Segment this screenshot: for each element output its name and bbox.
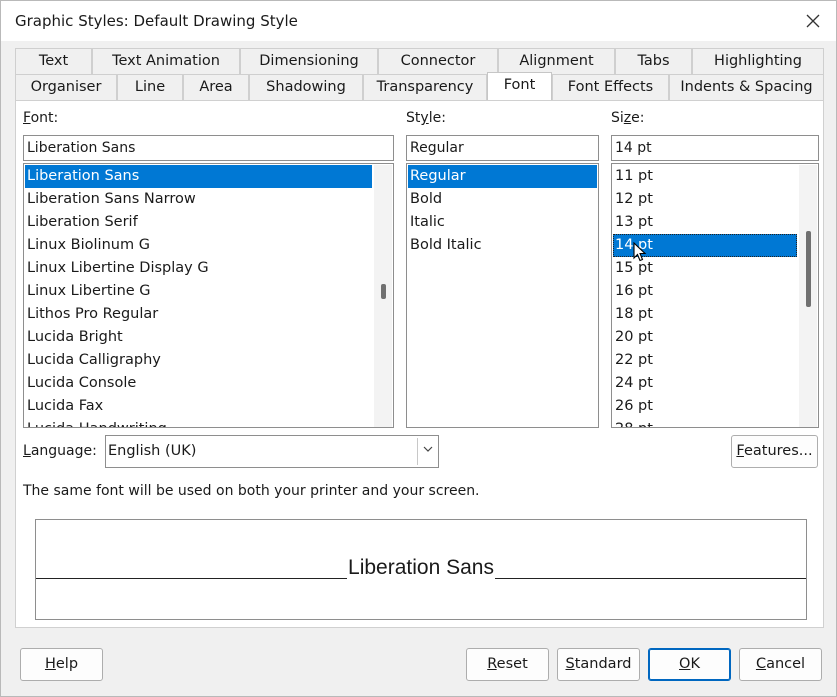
style-list-item[interactable]: Bold Italic <box>408 234 482 257</box>
size-list-item[interactable]: 22 pt <box>613 349 653 372</box>
close-button[interactable] <box>790 1 836 41</box>
dialog-title: Graphic Styles: Default Drawing Style <box>15 12 298 30</box>
size-list-scrollbar[interactable] <box>799 165 817 427</box>
info-text: The same font will be used on both your … <box>23 483 480 499</box>
tab-line[interactable]: Line <box>117 74 183 100</box>
font-list-item[interactable]: Lucida Fax <box>25 395 103 418</box>
tab-text[interactable]: Text <box>15 48 92 74</box>
size-list-item[interactable]: 12 pt <box>613 188 653 211</box>
font-list-item[interactable]: Linux Biolinum G <box>25 234 150 257</box>
tab-text-animation[interactable]: Text Animation <box>92 48 240 74</box>
tab-connector[interactable]: Connector <box>378 48 498 74</box>
font-list-item[interactable]: Lithos Pro Regular <box>25 303 158 326</box>
title-bar: Graphic Styles: Default Drawing Style <box>1 1 836 41</box>
preview-text: Liberation Sans <box>347 556 495 579</box>
tab-alignment[interactable]: Alignment <box>498 48 615 74</box>
language-value: English (UK) <box>108 443 197 459</box>
language-dropdown[interactable]: English (UK) <box>105 435 439 468</box>
size-list-item[interactable]: 24 pt <box>613 372 653 395</box>
tab-area[interactable]: Area <box>183 74 249 100</box>
font-list-item[interactable]: Liberation Sans Narrow <box>25 188 196 211</box>
style-list[interactable]: Regular Bold Italic Bold Italic <box>406 163 599 428</box>
size-list-item[interactable]: 11 pt <box>613 165 653 188</box>
size-list-item[interactable]: 16 pt <box>613 280 653 303</box>
font-list-item[interactable]: Liberation Serif <box>25 211 138 234</box>
tab-highlighting[interactable]: Highlighting <box>692 48 824 74</box>
tab-shadowing[interactable]: Shadowing <box>249 74 363 100</box>
size-list-item[interactable]: 18 pt <box>613 303 653 326</box>
font-preview: Liberation Sans <box>35 519 807 620</box>
tab-indents-spacing[interactable]: Indents & Spacing <box>669 74 824 100</box>
size-list-item[interactable]: 20 pt <box>613 326 653 349</box>
font-list-item[interactable]: Lucida Console <box>25 372 136 395</box>
tab-font[interactable]: Font <box>487 72 552 100</box>
ok-button[interactable]: OK <box>648 648 731 681</box>
style-list-item[interactable]: Bold <box>408 188 442 211</box>
graphic-styles-dialog: Graphic Styles: Default Drawing Style Te… <box>0 0 837 697</box>
size-list-item[interactable]: 13 pt <box>613 211 653 234</box>
font-list-item[interactable]: Lucida Calligraphy <box>25 349 161 372</box>
tab-transparency[interactable]: Transparency <box>363 74 487 100</box>
size-list-item[interactable]: 28 pt <box>613 418 653 427</box>
cancel-button[interactable]: Cancel <box>739 648 822 681</box>
font-list-item[interactable]: Lucida Handwriting <box>25 418 167 427</box>
features-button[interactable]: Features... <box>731 435 818 468</box>
style-label: Style: <box>406 110 446 126</box>
font-list-item[interactable]: Linux Libertine Display G <box>25 257 209 280</box>
reset-button[interactable]: Reset <box>466 648 549 681</box>
tab-font-effects[interactable]: Font Effects <box>552 74 669 100</box>
size-list-scroll-thumb[interactable] <box>806 231 811 307</box>
size-input[interactable]: 14 pt <box>611 135 819 161</box>
style-input[interactable]: Regular <box>406 135 599 161</box>
font-name-input[interactable]: Liberation Sans <box>23 135 394 161</box>
help-button[interactable]: Help <box>20 648 103 681</box>
preview-text-wrapper: Liberation Sans <box>36 556 806 580</box>
size-label: Size: <box>611 110 645 126</box>
mouse-pointer-icon <box>633 242 647 262</box>
style-list-item[interactable]: Italic <box>408 211 445 234</box>
standard-button[interactable]: Standard <box>557 648 640 681</box>
size-list-item[interactable]: 26 pt <box>613 395 653 418</box>
font-list-scrollbar[interactable] <box>374 165 392 427</box>
size-list[interactable]: 11 pt 12 pt 13 pt 14 pt 15 pt 16 pt 18 p… <box>611 163 819 428</box>
font-list-item[interactable]: Linux Libertine G <box>25 280 151 303</box>
font-label: Font: <box>23 110 59 126</box>
style-list-item[interactable]: Regular <box>408 165 597 188</box>
close-icon <box>806 14 820 28</box>
tab-tabs[interactable]: Tabs <box>615 48 692 74</box>
combo-divider <box>417 438 418 465</box>
font-list[interactable]: Liberation Sans Liberation Sans Narrow L… <box>23 163 394 428</box>
font-list-item[interactable]: Lucida Bright <box>25 326 123 349</box>
tab-organiser[interactable]: Organiser <box>15 74 117 100</box>
font-list-item[interactable]: Liberation Sans <box>25 165 372 188</box>
font-list-scroll-thumb[interactable] <box>381 284 386 299</box>
language-label: Language: <box>23 443 97 459</box>
chevron-down-icon[interactable] <box>422 443 434 455</box>
tab-dimensioning[interactable]: Dimensioning <box>240 48 378 74</box>
